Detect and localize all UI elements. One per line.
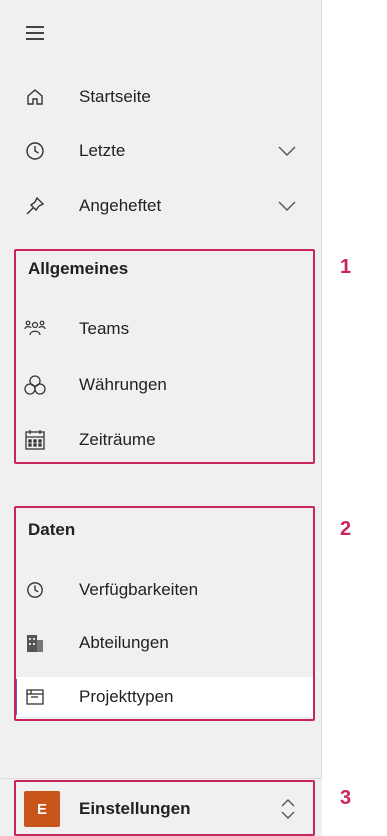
- calendar-icon: [24, 429, 46, 451]
- building-icon: [24, 632, 46, 654]
- section-title-daten: Daten: [28, 520, 76, 539]
- project-type-icon: [24, 686, 46, 708]
- nav-item-abteilungen[interactable]: Abteilungen: [0, 623, 322, 663]
- annotation-number-3: 3: [340, 787, 352, 809]
- nav-item-projekttypen[interactable]: Projekttypen: [17, 677, 315, 717]
- selection-indicator: [14, 679, 17, 715]
- pin-icon: [24, 195, 46, 217]
- nav-item-startseite[interactable]: Startseite: [0, 77, 322, 117]
- home-icon: [24, 86, 46, 108]
- avatar: E: [24, 791, 60, 827]
- nav-item-verfuegbarkeiten[interactable]: Verfügbarkeiten: [0, 570, 322, 610]
- currency-icon: [24, 374, 46, 396]
- section-title-allgemeines: Allgemeines: [28, 259, 129, 278]
- settings-area[interactable]: E Einstellungen: [0, 778, 322, 836]
- nav-item-label: Startseite: [79, 87, 151, 106]
- hamburger-icon[interactable]: [26, 26, 44, 40]
- nav-item-label: Projekttypen: [79, 687, 174, 706]
- nav-item-label: Teams: [79, 319, 130, 338]
- sidebar: Startseite Letzte Angeheftet Allgemeines…: [0, 0, 322, 836]
- nav-item-label: Angeheftet: [79, 196, 162, 215]
- annotation-number-2: 2: [340, 518, 352, 540]
- clock-icon: [24, 140, 46, 162]
- chevron-down-icon[interactable]: [276, 195, 298, 217]
- nav-item-zeitraeume[interactable]: Zeiträume: [0, 420, 322, 460]
- annotation-number-1: 1: [340, 256, 352, 278]
- nav-item-label: Abteilungen: [79, 633, 169, 652]
- chevron-down-icon[interactable]: [276, 140, 298, 162]
- team-icon: [24, 318, 46, 340]
- settings-label: Einstellungen: [79, 799, 191, 818]
- nav-item-label: Letzte: [79, 141, 126, 160]
- nav-item-waehrungen[interactable]: Währungen: [0, 365, 322, 405]
- up-down-chevron-icon[interactable]: [278, 797, 298, 821]
- nav-item-angeheftet[interactable]: Angeheftet: [0, 186, 322, 226]
- nav-item-letzte[interactable]: Letzte: [0, 131, 322, 171]
- nav-item-teams[interactable]: Teams: [0, 309, 322, 349]
- clock-icon: [24, 579, 46, 601]
- nav-item-label: Verfügbarkeiten: [79, 580, 199, 599]
- nav-item-label: Zeiträume: [79, 430, 156, 449]
- nav-item-label: Währungen: [79, 375, 167, 394]
